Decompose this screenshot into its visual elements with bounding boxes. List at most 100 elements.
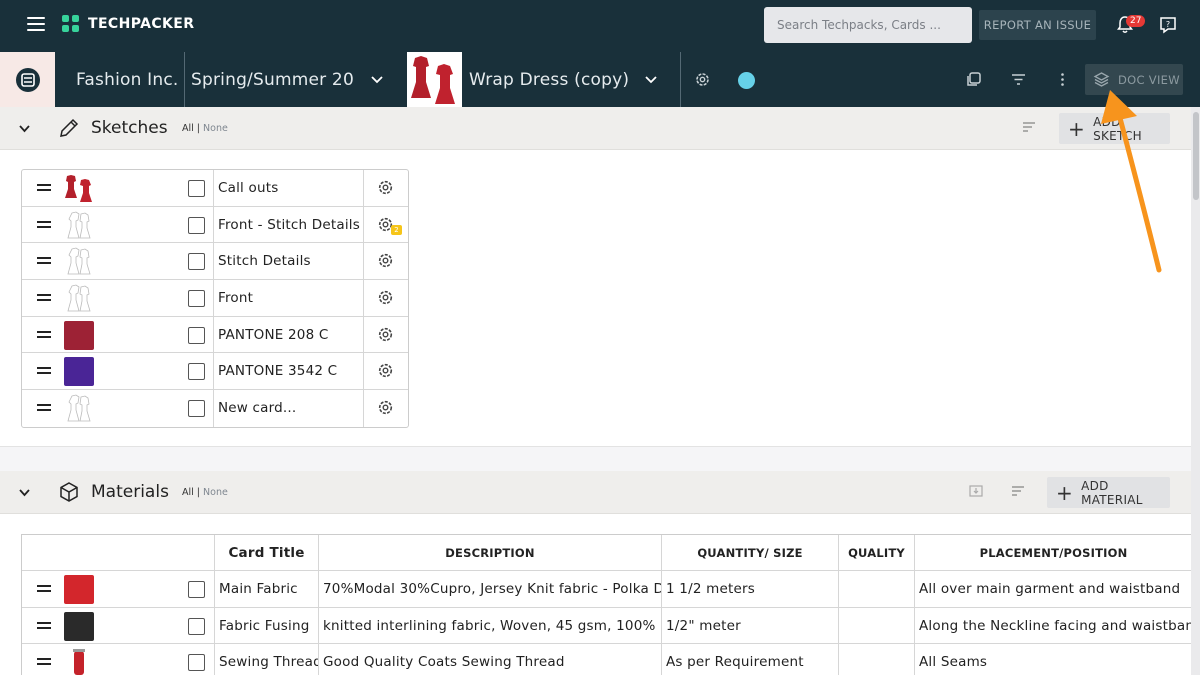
sketch-title[interactable]: Stitch Details (218, 253, 311, 269)
doc-view-button[interactable]: DOC VIEW (1085, 64, 1183, 95)
material-quantity[interactable]: As per Requirement (661, 644, 838, 675)
row-checkbox[interactable] (188, 253, 205, 271)
material-row[interactable]: Sewing Thread Good Quality Coats Sewing … (22, 644, 1191, 675)
scrollbar-thumb[interactable] (1193, 112, 1199, 200)
drag-handle-icon[interactable] (37, 585, 51, 593)
material-thumbnail[interactable] (64, 648, 94, 675)
material-thumbnail[interactable] (64, 611, 94, 641)
sketch-thumbnail[interactable] (64, 211, 94, 240)
gear-icon[interactable] (377, 289, 394, 306)
sketch-row[interactable]: Front (22, 280, 408, 317)
sketch-thumbnail[interactable] (64, 174, 94, 203)
sketch-thumbnail[interactable] (64, 320, 94, 350)
more-options-icon[interactable] (1054, 71, 1071, 88)
brand-name[interactable]: TECHPACKER (88, 16, 194, 32)
material-title[interactable]: Main Fabric (214, 571, 318, 607)
sketch-title[interactable]: Front (218, 290, 253, 306)
column-header[interactable]: QUALITY (838, 535, 914, 570)
collapse-caret-icon[interactable] (18, 487, 31, 499)
chevron-down-icon[interactable] (644, 72, 658, 86)
sketch-row[interactable]: PANTONE 3542 C (22, 353, 408, 391)
sketch-row[interactable]: New card... (22, 390, 408, 427)
drag-handle-icon[interactable] (37, 330, 51, 339)
settings-icon[interactable] (694, 71, 711, 88)
sketch-row[interactable]: Call outs (22, 170, 408, 207)
collapse-caret-icon[interactable] (18, 123, 31, 135)
row-checkbox[interactable] (188, 654, 205, 672)
row-checkbox[interactable] (188, 400, 205, 418)
material-thumbnail[interactable] (64, 575, 94, 604)
row-checkbox[interactable] (188, 581, 205, 598)
material-placement[interactable]: Along the Neckline facing and waistband (914, 607, 1192, 644)
copy-icon[interactable] (965, 71, 982, 88)
material-row[interactable]: Fabric Fusing knitted interlining fabric… (22, 607, 1192, 645)
product-thumbnail[interactable] (407, 52, 462, 107)
drag-handle-icon[interactable] (37, 658, 51, 666)
report-issue-button[interactable]: REPORT AN ISSUE (979, 10, 1096, 40)
drag-handle-icon[interactable] (37, 220, 51, 229)
drag-handle-icon[interactable] (37, 621, 51, 630)
breadcrumb-season[interactable]: Spring/Summer 20 (191, 52, 354, 107)
column-header[interactable]: DESCRIPTION (318, 535, 661, 570)
select-all-link[interactable]: All | (182, 123, 200, 134)
filter-icon[interactable] (1010, 71, 1027, 88)
material-title[interactable]: Fabric Fusing (214, 607, 318, 644)
sketch-title[interactable]: PANTONE 208 C (218, 327, 329, 343)
material-description[interactable]: 70%Modal 30%Cupro, Jersey Knit fabric - … (318, 571, 661, 607)
sketch-thumbnail[interactable] (64, 394, 94, 423)
material-quality[interactable] (838, 571, 914, 607)
drag-handle-icon[interactable] (37, 257, 51, 265)
sketch-title[interactable]: Call outs (218, 180, 278, 196)
sketch-title[interactable]: New card... (218, 400, 296, 416)
sketch-row[interactable]: Stitch Details (22, 243, 408, 281)
sort-icon[interactable] (1011, 485, 1025, 497)
gear-icon[interactable] (377, 399, 394, 416)
sort-icon[interactable] (1022, 121, 1036, 133)
menu-icon[interactable] (27, 17, 45, 31)
material-row[interactable]: Main Fabric 70%Modal 30%Cupro, Jersey Kn… (22, 571, 1191, 608)
gear-icon[interactable] (377, 326, 394, 343)
home-button[interactable] (0, 52, 55, 107)
sketch-row[interactable]: Front - Stitch Details 2 (22, 206, 408, 244)
drag-handle-icon[interactable] (37, 294, 51, 302)
sketch-row[interactable]: PANTONE 208 C (22, 316, 408, 354)
material-quantity[interactable]: 1 1/2 meters (661, 571, 838, 607)
material-title[interactable]: Sewing Thread (214, 644, 318, 675)
chevron-down-icon[interactable] (370, 72, 384, 86)
material-quality[interactable] (838, 644, 914, 675)
gear-icon[interactable] (377, 252, 394, 269)
gear-icon[interactable] (377, 179, 394, 196)
add-material-button[interactable]: + ADD MATERIAL (1047, 477, 1170, 508)
status-indicator[interactable] (738, 72, 755, 89)
breadcrumb-company[interactable]: Fashion Inc. (76, 52, 179, 107)
row-checkbox[interactable] (188, 290, 205, 308)
row-checkbox[interactable] (188, 326, 205, 344)
import-icon[interactable] (969, 485, 983, 497)
column-header[interactable]: PLACEMENT/POSITION (914, 535, 1192, 570)
sketch-thumbnail[interactable] (64, 284, 94, 313)
sketch-title[interactable]: PANTONE 3542 C (218, 363, 337, 379)
row-checkbox[interactable] (188, 617, 205, 635)
drag-handle-icon[interactable] (37, 184, 51, 192)
row-checkbox[interactable] (188, 180, 205, 197)
select-all-link[interactable]: All | (182, 487, 200, 498)
row-checkbox[interactable] (188, 363, 205, 381)
add-sketch-button[interactable]: + ADD SKETCH (1059, 113, 1170, 144)
sketch-thumbnail[interactable] (64, 247, 94, 276)
breadcrumb-product[interactable]: Wrap Dress (copy) (469, 52, 629, 107)
material-quality[interactable] (838, 607, 914, 644)
drag-handle-icon[interactable] (37, 367, 51, 375)
feedback-icon[interactable]: ? (1159, 16, 1177, 34)
select-none-link[interactable]: None (203, 123, 228, 134)
material-quantity[interactable]: 1/2" meter (661, 607, 838, 644)
search-input[interactable] (764, 7, 972, 43)
drag-handle-icon[interactable] (37, 404, 51, 412)
sketch-thumbnail[interactable] (64, 357, 94, 387)
row-checkbox[interactable] (188, 216, 205, 234)
column-header[interactable]: Card Title (214, 535, 318, 570)
sketch-title[interactable]: Front - Stitch Details (218, 217, 360, 233)
material-description[interactable]: Good Quality Coats Sewing Thread (318, 644, 661, 675)
material-description[interactable]: knitted interlining fabric, Woven, 45 gs… (318, 607, 661, 644)
select-none-link[interactable]: None (203, 487, 228, 498)
material-placement[interactable]: All over main garment and waistband (914, 571, 1192, 607)
